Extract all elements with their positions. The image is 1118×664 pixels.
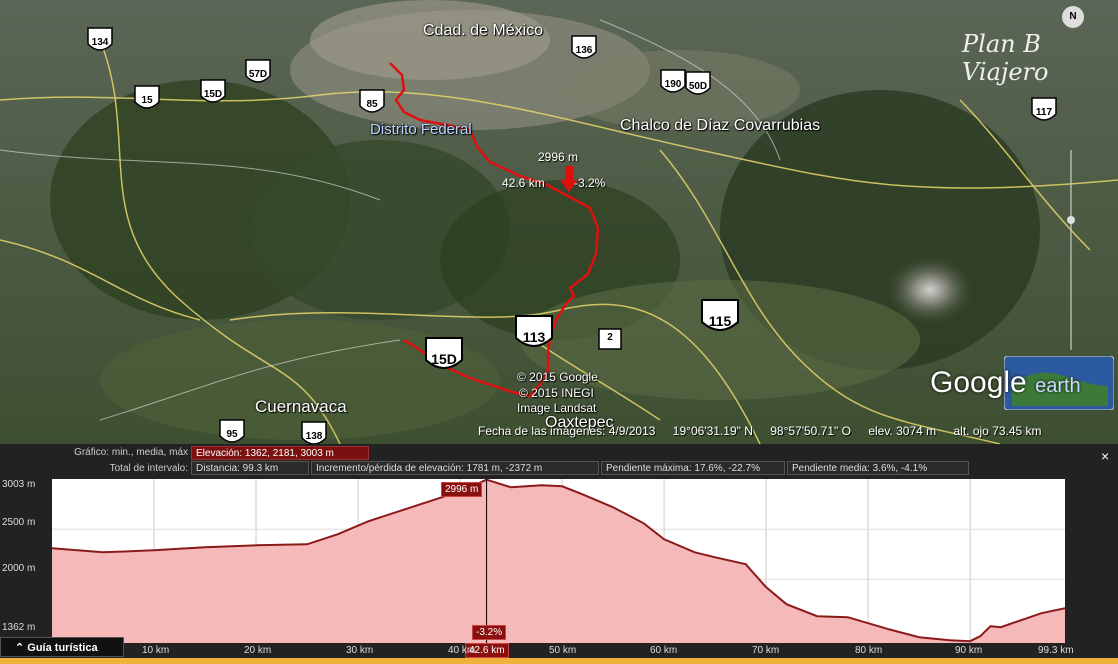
attribution-google: © 2015 Google — [517, 370, 598, 384]
elevation-stat: Elevación: 1362, 2181, 3003 m — [191, 446, 369, 460]
y-tick-label: 2000 m — [2, 563, 36, 574]
highway-shield-15d: 15D — [424, 336, 464, 376]
elevation-area — [52, 479, 1065, 643]
attribution-landsat: Image Landsat — [517, 401, 597, 415]
x-tick-label: 40 km — [448, 645, 476, 656]
highway-shield-190: 190 — [659, 68, 687, 98]
x-tick-label: 80 km — [855, 645, 883, 656]
route-position-marker: 2996 m 42.6 km -3.2% — [502, 150, 605, 192]
avg-slope-stat: Pendiente media: 3.6%, -4.1% — [787, 461, 969, 475]
tour-guide-button[interactable]: ⌃ Guía turística — [0, 637, 124, 657]
attribution-inegi: © 2015 INEGI — [519, 386, 594, 400]
ground-elevation: elev. 3074 m — [868, 424, 937, 438]
chevron-up-icon: ⌃ — [15, 642, 28, 654]
city-label-chalco: Chalco de Díaz Covarrubias — [620, 117, 821, 134]
highway-shield-113: 113 — [514, 314, 554, 354]
x-tick-label: 30 km — [346, 645, 374, 656]
compass-north-icon[interactable]: N — [1062, 6, 1084, 28]
google-earth-logo: Google earth — [930, 366, 1081, 399]
eye-altitude: alt. ojo 73.45 km — [953, 424, 1042, 438]
graph-label: Gráfico: min., media, máx — [74, 447, 188, 458]
y-tick-label: 2500 m — [2, 517, 36, 528]
highway-shield-136: 136 — [570, 34, 598, 64]
close-icon[interactable]: × — [1101, 448, 1109, 464]
highway-shield-138: 138 — [300, 420, 328, 444]
x-tick-label: 60 km — [650, 645, 678, 656]
highway-shield-15: 15 — [133, 84, 161, 114]
city-label-cdmx: Cdad. de México — [423, 22, 544, 39]
highway-shield-115: 115 — [700, 298, 740, 338]
longitude: 98°57'50.71" O — [770, 424, 851, 438]
region-label-df: Distrito Federal — [370, 121, 472, 138]
watermark-plan-b-viajero: Plan B Viajero — [962, 30, 1049, 86]
imagery-date: Fecha de las imágenes: 4/9/2013 — [478, 424, 656, 438]
max-slope-stat: Pendiente máxima: 17.6%, -22.7% — [601, 461, 785, 475]
x-tick-label: 70 km — [752, 645, 780, 656]
x-tick-label: 20 km — [244, 645, 272, 656]
highway-shield-57d: 57D — [244, 58, 272, 88]
x-tick-label: 50 km — [549, 645, 577, 656]
map-view[interactable]: Cdad. de México Distrito Federal Chalco … — [0, 0, 1118, 444]
x-tick-label: 10 km — [142, 645, 170, 656]
y-tick-label: 3003 m — [2, 479, 36, 490]
cursor-grade-label: -3.2% — [472, 625, 507, 640]
distance-stat: Distancia: 99.3 km — [191, 461, 309, 475]
y-tick-label: 1362 m — [2, 622, 36, 633]
x-tick-label: 90 km — [955, 645, 983, 656]
marker-elevation: 2996 m — [538, 150, 579, 164]
marker-grade: -3.2% — [574, 176, 606, 190]
zoom-slider[interactable] — [1066, 150, 1076, 350]
highway-shield-15d-north: 15D — [199, 78, 227, 108]
highway-shield-85: 85 — [358, 88, 386, 118]
city-label-cuernavaca: Cuernavaca — [255, 397, 347, 416]
elevation-profile-svg[interactable] — [51, 478, 1066, 643]
elevation-profile-panel: Gráfico: min., media, máx Elevación: 136… — [0, 444, 1118, 664]
highway-shield-95: 95 — [218, 418, 246, 444]
highway-shield-117: 117 — [1030, 96, 1058, 126]
elevation-gain-stat: Incremento/pérdida de elevación: 1781 m,… — [311, 461, 599, 475]
interval-label: Total de intervalo: — [109, 463, 188, 474]
marker-distance: 42.6 km — [502, 176, 545, 190]
x-tick-label: 99.3 km — [1038, 645, 1074, 656]
cursor-elevation-label: 2996 m — [441, 482, 483, 497]
status-bar: Fecha de las imágenes: 4/9/2013 19°06'31… — [478, 424, 1056, 438]
highway-shield-134: 134 — [86, 26, 114, 56]
thumbnail-strip — [0, 658, 1118, 664]
highway-shield-2: 2 — [596, 326, 624, 356]
elevation-profile-chart[interactable] — [51, 478, 1066, 643]
latitude: 19°06'31.19" N — [672, 424, 753, 438]
highway-shield-50d: 50D — [684, 70, 712, 100]
